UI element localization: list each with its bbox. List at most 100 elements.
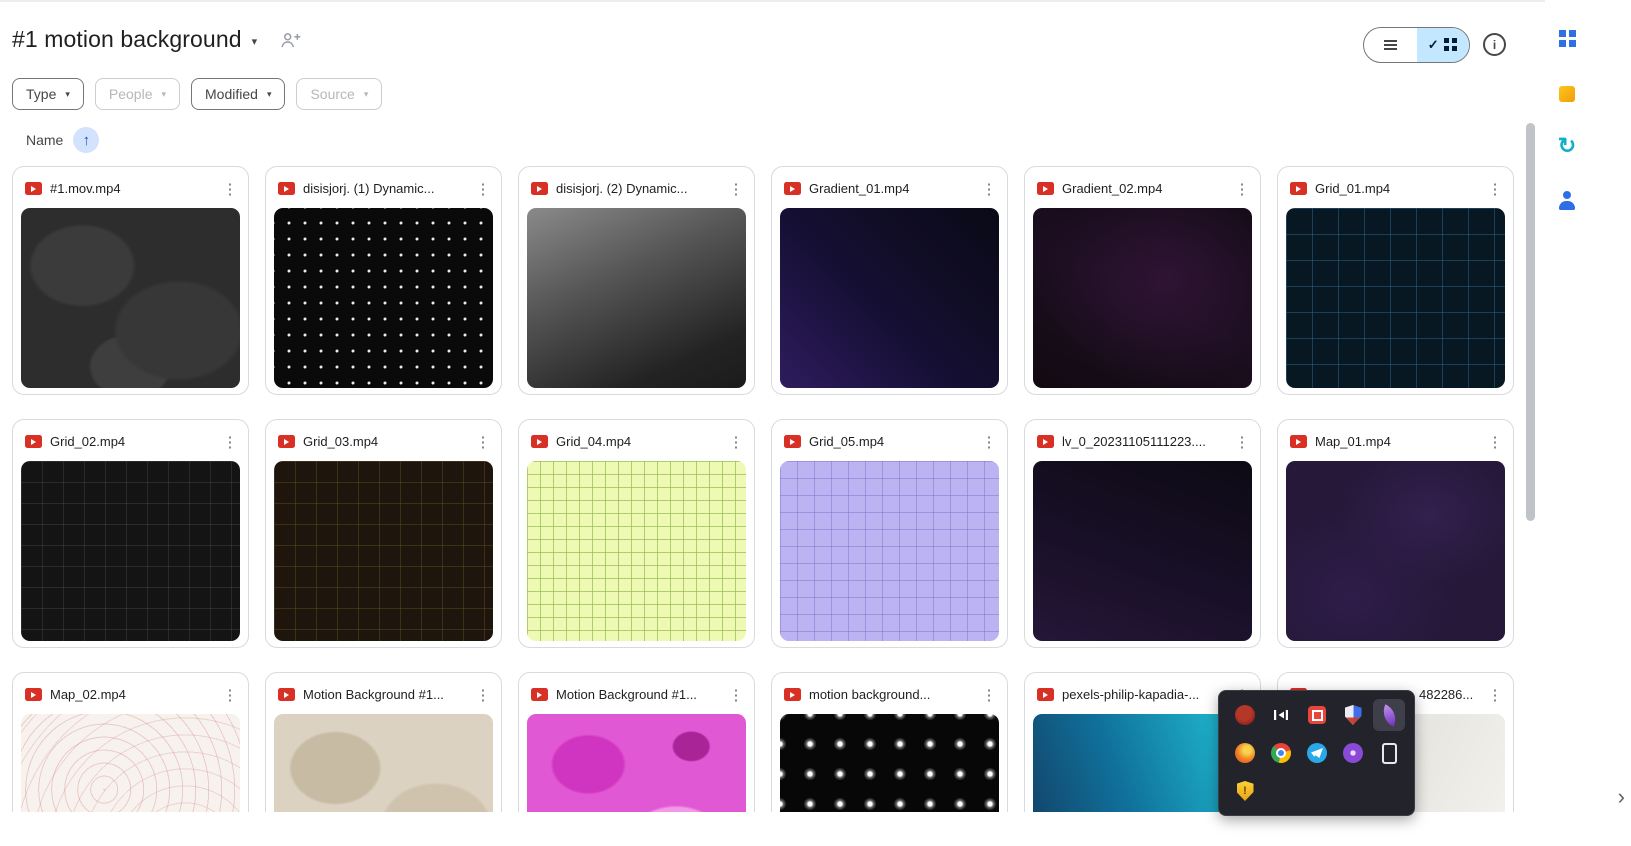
more-options-icon[interactable]: ⋮ xyxy=(222,433,238,451)
video-file-icon xyxy=(784,688,801,701)
purple-flower-app-icon[interactable] xyxy=(1337,737,1369,769)
file-thumbnail[interactable] xyxy=(21,461,240,641)
file-name: lv_0_20231105111223.... xyxy=(1062,434,1206,449)
red-circle-glyph xyxy=(1235,705,1255,725)
security-shield-icon[interactable] xyxy=(1337,699,1369,731)
chrome-glyph xyxy=(1271,743,1291,763)
file-thumbnail[interactable] xyxy=(1033,461,1252,641)
file-name: motion background... xyxy=(809,687,931,702)
file-name: Motion Background #1... xyxy=(556,687,697,702)
folder-dropdown-caret-icon[interactable]: ▾ xyxy=(252,35,258,48)
video-file-icon xyxy=(278,688,295,701)
page-title: #1 motion background xyxy=(12,26,242,52)
more-options-icon[interactable]: ⋮ xyxy=(1487,180,1503,198)
teal-sync-app-icon[interactable]: ↻ xyxy=(1555,134,1579,158)
more-options-icon[interactable]: ⋮ xyxy=(1487,686,1503,704)
list-view-button[interactable] xyxy=(1364,28,1417,62)
grid-view-button[interactable]: ✓ xyxy=(1416,28,1469,62)
video-file-icon xyxy=(25,435,42,448)
filter-chip-type[interactable]: Type ▾ xyxy=(12,78,84,110)
file-name: Grid_01.mp4 xyxy=(1315,181,1391,196)
red-circle-app-icon[interactable] xyxy=(1229,699,1261,731)
expand-chevron-icon[interactable]: › xyxy=(1618,786,1625,808)
file-thumbnail[interactable] xyxy=(1286,208,1505,388)
blue-grid-glyph xyxy=(1558,29,1566,37)
view-toggle: ✓ xyxy=(1363,27,1470,63)
more-options-icon[interactable]: ⋮ xyxy=(728,433,744,451)
video-file-icon xyxy=(1290,435,1307,448)
filter-chip-modified[interactable]: Modified ▾ xyxy=(191,78,286,110)
filter-chip-source[interactable]: Source ▾ xyxy=(296,78,383,110)
warning-shield-icon[interactable]: ! xyxy=(1229,775,1261,807)
display-app-icon[interactable] xyxy=(1265,699,1297,731)
file-name: Grid_04.mp4 xyxy=(556,434,632,449)
more-options-icon[interactable]: ⋮ xyxy=(475,686,491,704)
browser-side-rail: ↻ › xyxy=(1545,0,1631,846)
file-card[interactable]: Gradient_01.mp4 ⋮ xyxy=(771,166,1008,395)
chrome-icon[interactable] xyxy=(1265,737,1297,769)
more-options-icon[interactable]: ⋮ xyxy=(222,180,238,198)
file-thumbnail[interactable] xyxy=(1033,208,1252,388)
file-card[interactable]: Grid_05.mp4 ⋮ xyxy=(771,419,1008,648)
more-options-icon[interactable]: ⋮ xyxy=(222,686,238,704)
file-card[interactable]: Grid_04.mp4 ⋮ xyxy=(518,419,755,648)
more-options-icon[interactable]: ⋮ xyxy=(728,180,744,198)
video-file-icon xyxy=(278,182,295,195)
file-thumbnail[interactable] xyxy=(527,208,746,388)
more-options-icon[interactable]: ⋮ xyxy=(981,180,997,198)
file-name: disisjorj. (1) Dynamic... xyxy=(303,181,435,196)
video-file-icon xyxy=(1037,182,1054,195)
orange-square-app-icon[interactable] xyxy=(1555,82,1579,106)
file-card[interactable]: Gradient_02.mp4 ⋮ xyxy=(1024,166,1261,395)
file-thumbnail[interactable] xyxy=(274,461,493,641)
file-thumbnail[interactable] xyxy=(780,461,999,641)
more-options-icon[interactable]: ⋮ xyxy=(981,433,997,451)
file-card[interactable]: Grid_01.mp4 ⋮ xyxy=(1277,166,1514,395)
video-file-icon xyxy=(278,435,295,448)
file-thumbnail[interactable] xyxy=(527,461,746,641)
file-name: Gradient_02.mp4 xyxy=(1062,181,1163,196)
info-button[interactable]: i xyxy=(1483,33,1506,56)
file-card[interactable]: disisjorj. (1) Dynamic... ⋮ xyxy=(265,166,502,395)
file-card[interactable]: Grid_02.mp4 ⋮ xyxy=(12,419,249,648)
file-thumbnail[interactable] xyxy=(1286,461,1505,641)
profile-person-icon[interactable] xyxy=(1555,188,1579,212)
sort-by-name-label[interactable]: Name xyxy=(26,132,63,148)
blue-grid-app-icon[interactable] xyxy=(1555,26,1579,50)
file-thumbnail[interactable] xyxy=(274,208,493,388)
sort-ascending-button[interactable]: ↑ xyxy=(73,127,100,153)
file-card[interactable]: disisjorj. (2) Dynamic... ⋮ xyxy=(518,166,755,395)
scrollbar-thumb[interactable] xyxy=(1526,123,1535,521)
feather-glyph xyxy=(1377,703,1401,727)
more-options-icon[interactable]: ⋮ xyxy=(1234,433,1250,451)
red-square-glyph xyxy=(1308,706,1326,724)
telegram-glyph xyxy=(1307,743,1327,763)
more-options-icon[interactable]: ⋮ xyxy=(728,686,744,704)
grid-view-icon xyxy=(1443,38,1449,43)
video-file-icon xyxy=(531,435,548,448)
phone-link-icon[interactable] xyxy=(1373,737,1405,769)
file-name: Motion Background #1... xyxy=(303,687,444,702)
file-card[interactable]: #1.mov.mp4 ⋮ xyxy=(12,166,249,395)
file-card[interactable]: Grid_03.mp4 ⋮ xyxy=(265,419,502,648)
file-card[interactable]: Map_01.mp4 ⋮ xyxy=(1277,419,1514,648)
more-options-icon[interactable]: ⋮ xyxy=(1487,433,1503,451)
share-members-icon[interactable] xyxy=(279,29,301,51)
more-options-icon[interactable]: ⋮ xyxy=(475,433,491,451)
more-options-icon[interactable]: ⋮ xyxy=(1234,180,1250,198)
orange-circle-app-icon[interactable] xyxy=(1229,737,1261,769)
telegram-icon[interactable] xyxy=(1301,737,1333,769)
more-options-icon[interactable]: ⋮ xyxy=(475,180,491,198)
red-square-app-icon[interactable] xyxy=(1301,699,1333,731)
file-name: #1.mov.mp4 xyxy=(50,181,121,196)
file-thumbnail[interactable] xyxy=(780,208,999,388)
filter-chip-people[interactable]: People ▾ xyxy=(94,78,181,110)
file-card[interactable]: lv_0_20231105111223.... ⋮ xyxy=(1024,419,1261,648)
feather-pen-app-icon[interactable] xyxy=(1373,699,1405,731)
filter-chip-bar: Type ▾ People ▾ Modified ▾ Source ▾ xyxy=(12,78,383,110)
video-file-icon xyxy=(1037,688,1054,701)
file-thumbnail[interactable] xyxy=(21,208,240,388)
check-icon: ✓ xyxy=(1427,37,1439,52)
more-options-icon[interactable]: ⋮ xyxy=(981,686,997,704)
display-glyph xyxy=(1274,710,1288,720)
